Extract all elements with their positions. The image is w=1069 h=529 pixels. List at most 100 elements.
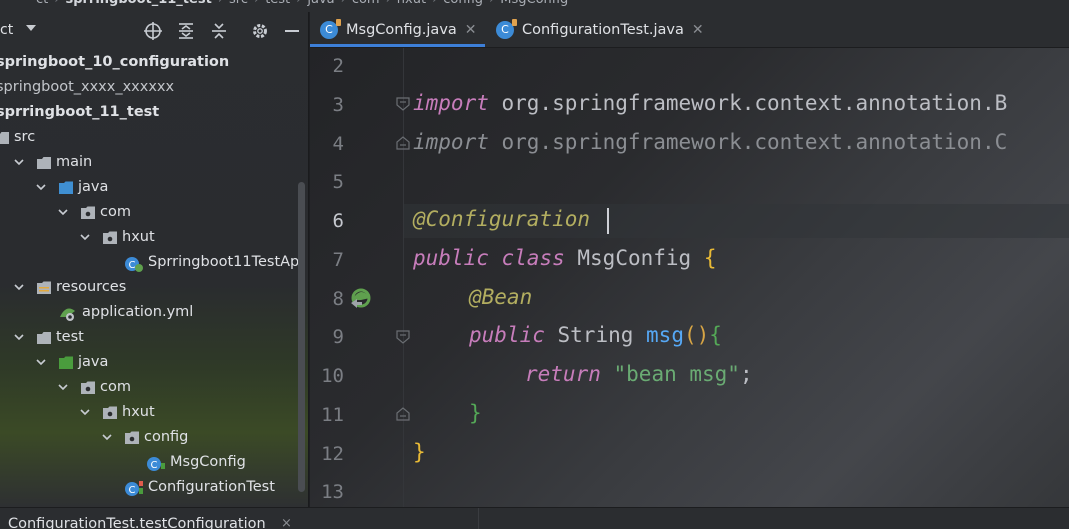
breadcrumb-item[interactable]: java [301, 0, 340, 7]
code-line-10: return "bean msg"; [525, 362, 753, 386]
tree-item-label: config [144, 429, 189, 445]
test-class-icon: C [124, 480, 143, 496]
tree-item-label: hxut [122, 229, 155, 245]
run-tab[interactable]: ConfigurationTest.testConfiguration [8, 516, 266, 529]
chevron-down-icon[interactable] [102, 432, 112, 442]
breadcrumb-item[interactable]: hxut [391, 0, 432, 7]
tree-item-resources[interactable]: resources [0, 275, 308, 300]
fold-marker-icon[interactable] [395, 96, 411, 112]
tree-item-com[interactable]: com [0, 200, 308, 225]
close-icon[interactable]: ✕ [465, 22, 477, 38]
line-number: 9 [332, 326, 344, 348]
chevron-down-icon[interactable] [58, 382, 68, 392]
parens: () [683, 323, 710, 347]
source-folder-icon [58, 180, 74, 195]
project-view-title[interactable]: ct [0, 22, 13, 38]
java-class-icon: C [496, 19, 517, 39]
brace: { [709, 323, 722, 347]
breadcrumb-item[interactable]: com [346, 0, 386, 7]
breadcrumb-item[interactable]: sprringboot_11_test [59, 0, 217, 7]
tree-item-label: test [56, 329, 84, 345]
resources-folder-icon [36, 280, 52, 295]
code-line-12: } [413, 440, 426, 464]
tree-item-config[interactable]: config [0, 425, 308, 450]
tree-item-hxut[interactable]: hxut [0, 400, 308, 425]
code-line-4: import org.springframework.context.annot… [413, 130, 1007, 154]
fold-marker-icon[interactable] [395, 135, 411, 151]
tree-item-java[interactable]: java [0, 175, 308, 200]
import-keyword: import [413, 130, 489, 154]
tab-configurationtest[interactable]: C ConfigurationTest.java ✕ [496, 12, 706, 48]
code-line-9: public String msg(){ [469, 323, 722, 347]
gear-icon[interactable] [250, 21, 270, 41]
svg-text:C: C [129, 485, 136, 496]
gutter-divider [403, 48, 404, 507]
target-icon[interactable] [143, 21, 163, 41]
spring-bean-icon[interactable] [348, 287, 374, 309]
tree-item-label: com [100, 379, 131, 395]
minimize-icon[interactable] [282, 21, 302, 41]
class-name: MsgConfig [577, 246, 692, 270]
tree-item-main[interactable]: main [0, 150, 308, 175]
tree-item-java[interactable]: java [0, 350, 308, 375]
package-icon [80, 380, 96, 395]
code-line-6: @Configuration [413, 207, 590, 231]
line-number-gutter[interactable] [310, 48, 404, 507]
line-number: 8 [332, 288, 344, 310]
import-keyword: import [413, 91, 489, 115]
breadcrumb-item[interactable]: src [223, 0, 254, 7]
tree-item-msgconfig[interactable]: C MsgConfig [0, 450, 308, 475]
line-number: 3 [332, 94, 344, 116]
package-icon [124, 430, 140, 445]
tree-item-springboot-xxxx-xxxxxx[interactable]: springboot_xxxx_xxxxxx [0, 75, 308, 100]
chevron-down-icon[interactable] [36, 357, 46, 367]
tree-item-label: MsgConfig [170, 454, 246, 470]
close-icon[interactable]: ✕ [692, 22, 704, 38]
brace: { [703, 246, 717, 270]
code-editor[interactable]: 2 3 4 5 6 7 8 9 10 11 12 13 import org.s… [310, 48, 1069, 507]
import-path: org.springframework.context.annotation.C [488, 130, 1008, 154]
method-name: msg [646, 323, 684, 347]
collapse-all-icon[interactable] [209, 21, 229, 41]
tree-item-hxut[interactable]: hxut [0, 225, 308, 250]
tree-item-application-yml[interactable]: application.yml [0, 300, 308, 325]
folder-icon [0, 130, 10, 145]
chevron-down-icon[interactable] [14, 332, 24, 342]
tree-item-src[interactable]: src [0, 125, 308, 150]
fold-marker-icon[interactable] [395, 406, 411, 422]
chevron-down-icon[interactable] [36, 182, 46, 192]
tree-item-com[interactable]: com [0, 375, 308, 400]
breadcrumb-item[interactable]: test [259, 0, 296, 7]
tree-item-label: Sprringboot11TestAp [148, 254, 300, 270]
tree-item-label: main [56, 154, 93, 170]
tree-item-test[interactable]: test [0, 325, 308, 350]
tab-msgconfig[interactable]: C MsgConfig.java ✕ [320, 12, 485, 48]
project-panel-scrollbar[interactable] [298, 182, 305, 492]
tree-item-label: application.yml [82, 304, 194, 320]
tree-item-springboot-10-configuration[interactable]: springboot_10_configuration [0, 50, 308, 75]
tree-item-label: java [78, 179, 109, 195]
folder-icon [36, 330, 52, 345]
keyword: public [413, 246, 489, 270]
tree-item-label: resources [56, 279, 127, 295]
chevron-down-icon[interactable] [26, 25, 36, 31]
fold-marker-icon[interactable] [395, 329, 411, 345]
chevron-down-icon[interactable] [80, 232, 90, 242]
breadcrumb-item[interactable]: MsgConfig [494, 0, 574, 7]
chevron-down-icon[interactable] [14, 282, 24, 292]
breadcrumb-item[interactable]: ct [30, 0, 54, 7]
package-icon [80, 205, 96, 220]
tree-item-configurationtest[interactable]: C ConfigurationTest [0, 475, 308, 500]
chevron-down-icon[interactable] [14, 157, 24, 167]
folder-icon [36, 155, 52, 170]
expand-all-icon[interactable] [176, 21, 196, 41]
breadcrumb-item[interactable]: config [437, 0, 489, 7]
keyword: class [501, 246, 565, 270]
line-number: 4 [332, 133, 344, 155]
tree-item-sprringboot11testap[interactable]: C Sprringboot11TestAp [0, 250, 308, 275]
keyword: return [525, 362, 601, 386]
chevron-down-icon[interactable] [58, 207, 68, 217]
chevron-down-icon[interactable] [80, 407, 90, 417]
tree-item-sprringboot-11-test[interactable]: sprringboot_11_test [0, 100, 308, 125]
close-icon[interactable]: × [281, 516, 292, 529]
